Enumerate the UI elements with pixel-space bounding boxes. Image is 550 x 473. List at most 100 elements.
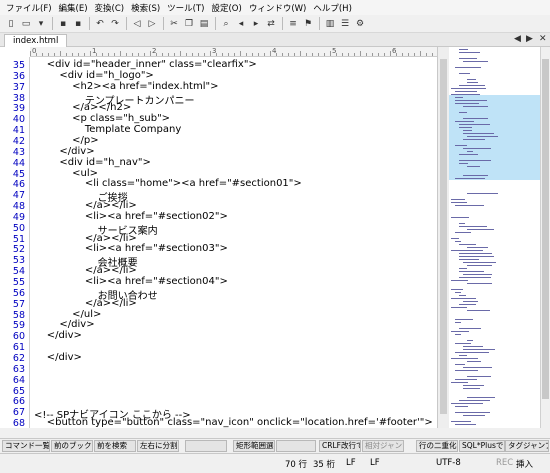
code-line[interactable]: </a></li> [34, 233, 137, 244]
outline-icon[interactable]: ☰ [338, 17, 352, 31]
bookmark-icon[interactable]: ⚑ [301, 17, 315, 31]
code-line[interactable]: </div> [34, 330, 82, 341]
menu-item[interactable]: ヘルプ(H) [313, 2, 352, 14]
function-key-button[interactable] [276, 440, 316, 452]
status-insert-mode[interactable]: 挿入 [516, 458, 533, 470]
minimap-line [467, 283, 492, 284]
find-icon[interactable]: ⌕ [219, 17, 233, 31]
minimap-scrollbar-thumb[interactable] [542, 59, 549, 399]
settings-icon[interactable]: ⚙ [353, 17, 367, 31]
code-line[interactable]: </a></li> [34, 200, 137, 211]
code-editor[interactable]: 01234567 3536373839404142434445464748495… [0, 47, 438, 428]
dropdown-icon[interactable]: ▾ [34, 17, 48, 31]
function-key-button[interactable]: SQL*Plusで [459, 440, 505, 452]
code-line[interactable]: Template Company [34, 124, 181, 135]
line-number: 50 [12, 222, 25, 234]
function-key-button[interactable]: 行の二重化 [416, 440, 458, 452]
minimap-line [455, 370, 478, 371]
line-number: 53 [12, 255, 25, 267]
minimap-line [451, 331, 469, 332]
grep-icon[interactable]: ≡ [286, 17, 300, 31]
copy-icon[interactable]: ❐ [182, 17, 196, 31]
ruler-tick [126, 53, 127, 56]
code-line[interactable]: <div id="h_logo"> [34, 70, 153, 81]
code-line[interactable]: <li><a href="#section03"> [34, 243, 228, 254]
minimap-line [455, 145, 467, 146]
code-line[interactable]: <li class="home"><a href="#section01"> [34, 178, 302, 189]
function-key-button[interactable]: CRLF改行で [319, 440, 361, 452]
menu-item[interactable]: 変換(C) [95, 2, 125, 14]
editor-vertical-scrollbar[interactable] [438, 47, 449, 428]
code-line[interactable]: </a></h2> [34, 102, 131, 113]
undo-icon[interactable]: ↶ [93, 17, 107, 31]
line-number: 38 [12, 92, 25, 104]
replace-icon[interactable]: ⇄ [264, 17, 278, 31]
code-line[interactable]: </a></li> [34, 265, 137, 276]
minimap-line [455, 334, 461, 335]
code-line[interactable]: <li><a href="#section02"> [34, 211, 228, 222]
code-line[interactable]: <div id="header_inner" class="clearfix"> [34, 59, 257, 70]
compare-icon[interactable]: ▥ [323, 17, 337, 31]
line-number-gutter[interactable]: 35 36 37 38 39 40 41 42 43 44 45 46 47 48 49 50 51 52 53 54… [0, 57, 30, 428]
save-icon[interactable]: ▪ [56, 17, 70, 31]
minimap-line [459, 49, 468, 50]
function-key-button[interactable]: 前のブックマ [51, 440, 93, 452]
tab-close-icon[interactable]: ✕ [539, 34, 547, 44]
menu-item[interactable]: ウィンドウ(W) [249, 2, 307, 14]
code-line[interactable]: </div> [34, 352, 82, 363]
code-line[interactable]: <div id="h_nav"> [34, 157, 150, 168]
menu-item[interactable]: ファイル(F) [6, 2, 52, 14]
status-newline[interactable]: LF [346, 458, 356, 468]
menu-item[interactable]: ツール(T) [167, 2, 204, 14]
minimap[interactable] [449, 47, 540, 428]
ruler-tick [348, 53, 349, 56]
minimap-viewport[interactable] [449, 95, 540, 180]
code-line[interactable]: </div> [34, 319, 94, 330]
code-line[interactable]: </div> [34, 146, 94, 157]
back-icon[interactable]: ◁ [130, 17, 144, 31]
menu-item[interactable]: 設定(O) [211, 2, 241, 14]
open-folder-icon[interactable]: ▭ [19, 17, 33, 31]
function-key-button[interactable]: コマンド一覧 [2, 440, 50, 452]
function-key-button[interactable] [185, 440, 227, 452]
minimap-line [463, 385, 484, 386]
tab-index-html[interactable]: index.html [4, 34, 68, 47]
menu-item[interactable]: 編集(E) [59, 2, 88, 14]
minimap-line [467, 340, 473, 341]
code-line[interactable]: <ul> [34, 168, 98, 179]
ruler-tick [336, 53, 337, 56]
function-key-button[interactable]: 前を検索 [94, 440, 136, 452]
line-number: 43 [12, 146, 25, 158]
minimap-line [459, 268, 467, 269]
tab-next-icon[interactable]: ▶ [526, 34, 533, 44]
menu-item[interactable]: 検索(S) [131, 2, 160, 14]
code-line[interactable]: <h2><a href="index.html"> [34, 81, 218, 92]
status-line: 70 行 [285, 460, 308, 470]
status-newline-2[interactable]: LF [370, 458, 380, 468]
cut-icon[interactable]: ✂ [167, 17, 181, 31]
forward-icon[interactable]: ▷ [145, 17, 159, 31]
toolbar-separator [319, 17, 320, 30]
code-line[interactable]: <p class="h_sub"> [34, 113, 170, 124]
save-all-icon[interactable]: ▪ [71, 17, 85, 31]
tab-prev-icon[interactable]: ◀ [514, 34, 521, 44]
find-prev-icon[interactable]: ◂ [234, 17, 248, 31]
code-line[interactable]: </p> [34, 135, 98, 146]
function-key-button[interactable]: タグジャンプ [505, 440, 549, 452]
code-line[interactable]: </ul> [34, 309, 101, 320]
new-file-icon[interactable]: ▯ [4, 17, 18, 31]
code-line[interactable]: <button type="button" class="nav_icon" o… [34, 417, 433, 428]
status-encoding[interactable]: UTF-8 [436, 458, 461, 468]
function-key-button[interactable]: 左右に分割 [137, 440, 179, 452]
find-next-icon[interactable]: ▸ [249, 17, 263, 31]
redo-icon[interactable]: ↷ [108, 17, 122, 31]
code-line[interactable]: <li><a href="#section04"> [34, 276, 228, 287]
scrollbar-thumb[interactable] [440, 59, 447, 414]
minimap-scrollbar[interactable] [540, 47, 550, 428]
paste-icon[interactable]: ▤ [197, 17, 211, 31]
ruler-tick [228, 53, 229, 56]
code-line[interactable]: </a></li> [34, 298, 137, 309]
minimap-line [455, 100, 487, 101]
minimap-line [467, 151, 473, 152]
function-key-button[interactable]: 矩形範囲選 [233, 440, 275, 452]
